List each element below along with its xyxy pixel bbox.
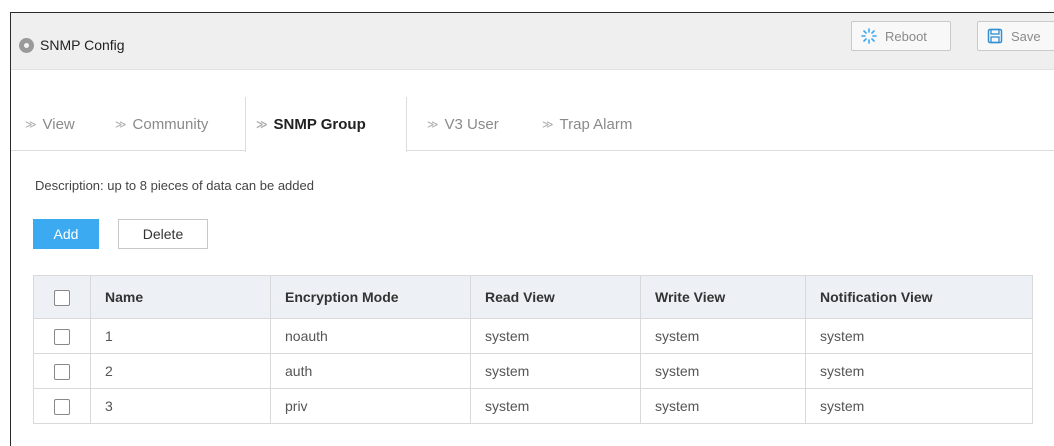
cell-notification-view: system: [805, 318, 1033, 354]
floppy-disk-icon: [987, 28, 1003, 44]
tab-bar: ≫ View ≫ Community ≫ SNMP Group ≫ V3 Use…: [11, 97, 1054, 152]
panel-header: SNMP Config Reboot Save: [11, 13, 1054, 70]
column-header-encryption-mode: Encryption Mode: [270, 275, 471, 319]
description-text: Description: up to 8 pieces of data can …: [35, 178, 314, 193]
cell-notification-view: system: [805, 388, 1033, 424]
table-row[interactable]: 3 priv system system system: [33, 388, 1033, 424]
reboot-label: Reboot: [885, 28, 927, 44]
save-label: Save: [1011, 28, 1041, 44]
row-checkbox[interactable]: [54, 398, 70, 415]
add-button[interactable]: Add: [33, 219, 99, 249]
cell-read-view: system: [470, 318, 641, 354]
cell-encryption-mode: priv: [270, 388, 471, 424]
cell-encryption-mode: noauth: [270, 318, 471, 354]
tab-label: Trap Alarm: [559, 115, 633, 133]
table-row[interactable]: 2 auth system system system: [33, 353, 1033, 389]
tab-label: View: [42, 115, 75, 133]
table-row[interactable]: 1 noauth system system system: [33, 318, 1033, 354]
cell-write-view: system: [640, 388, 806, 424]
table-header-row: Name Encryption Mode Read View Write Vie…: [33, 275, 1033, 319]
circle-dot-icon: [19, 37, 34, 53]
chevron-right-icon: ≫: [427, 118, 439, 131]
cell-name: 2: [90, 353, 271, 389]
tab-community[interactable]: ≫ Community: [115, 97, 208, 151]
panel-title: SNMP Config: [19, 33, 125, 57]
tab-label: Community: [132, 115, 209, 133]
chevron-right-icon: ≫: [542, 118, 554, 131]
cell-write-view: system: [640, 353, 806, 389]
select-all-cell: [33, 275, 91, 319]
tab-snmp-group[interactable]: ≫ SNMP Group: [245, 97, 407, 152]
column-header-name: Name: [90, 275, 271, 319]
cell-encryption-mode: auth: [270, 353, 471, 389]
cell-read-view: system: [470, 388, 641, 424]
chevron-right-icon: ≫: [25, 118, 37, 131]
column-header-write-view: Write View: [640, 275, 806, 319]
tab-trap-alarm[interactable]: ≫ Trap Alarm: [542, 97, 632, 151]
row-checkbox[interactable]: [54, 363, 70, 380]
select-all-checkbox[interactable]: [54, 289, 70, 306]
tab-label: V3 User: [444, 115, 499, 133]
tab-v3-user[interactable]: ≫ V3 User: [427, 97, 499, 151]
delete-button[interactable]: Delete: [118, 219, 208, 249]
tab-view[interactable]: ≫ View: [25, 97, 75, 151]
column-header-read-view: Read View: [470, 275, 641, 319]
tab-label: SNMP Group: [273, 116, 366, 133]
row-select-cell: [33, 318, 91, 354]
cell-read-view: system: [470, 353, 641, 389]
row-select-cell: [33, 353, 91, 389]
snmp-group-table: Name Encryption Mode Read View Write Vie…: [33, 275, 1033, 424]
chevron-right-icon: ≫: [115, 118, 127, 131]
chevron-right-icon: ≫: [256, 119, 268, 131]
panel-title-text: SNMP Config: [40, 37, 125, 53]
reboot-button[interactable]: Reboot: [851, 21, 951, 51]
cell-name: 3: [90, 388, 271, 424]
row-checkbox[interactable]: [54, 328, 70, 345]
snmp-config-panel: SNMP Config Reboot Save ≫ View ≫ Communi…: [10, 12, 1054, 446]
spinner-icon: [861, 28, 877, 44]
cell-notification-view: system: [805, 353, 1033, 389]
cell-write-view: system: [640, 318, 806, 354]
row-select-cell: [33, 388, 91, 424]
column-header-notification-view: Notification View: [805, 275, 1033, 319]
save-button[interactable]: Save: [977, 21, 1054, 51]
cell-name: 1: [90, 318, 271, 354]
